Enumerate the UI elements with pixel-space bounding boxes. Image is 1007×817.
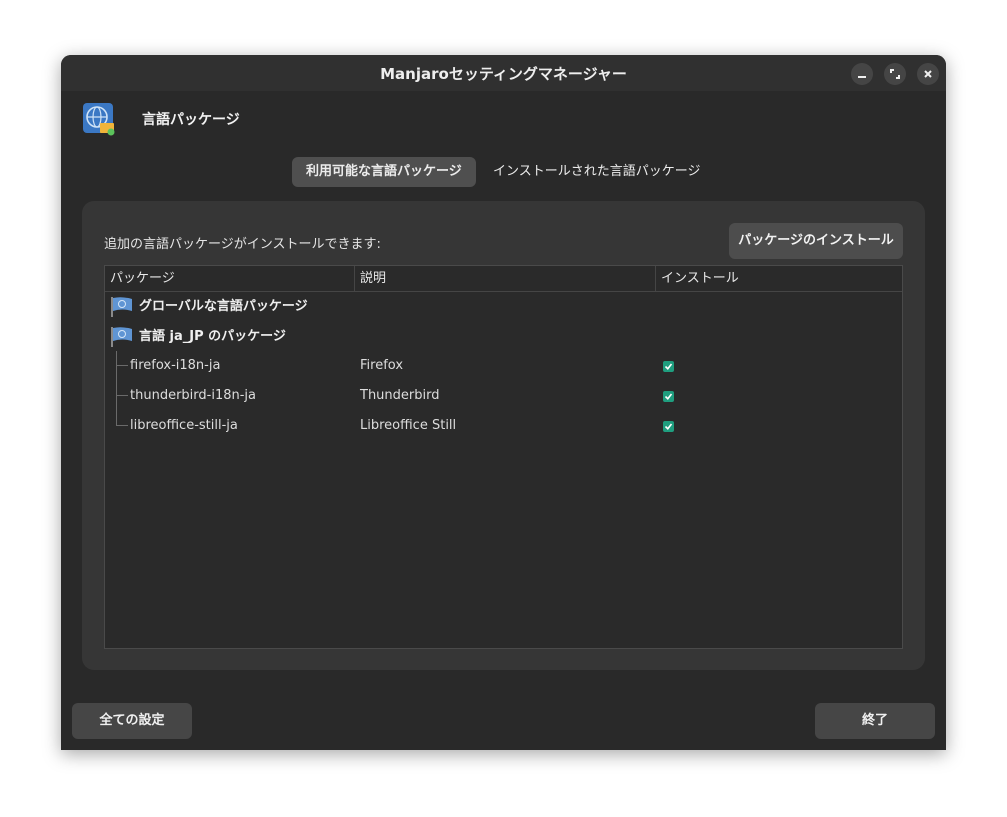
package-description: Firefox (360, 358, 404, 373)
tree-branch-line (116, 351, 117, 381)
package-name: libreoffice-still-ja (130, 418, 238, 433)
quit-button[interactable]: 終了 (815, 703, 935, 739)
table-row[interactable]: firefox-i18n-ja Firefox (105, 351, 902, 381)
tree-header: パッケージ 説明 インストール (105, 266, 902, 292)
maximize-icon (890, 69, 900, 79)
column-header-description[interactable]: 説明 (355, 266, 656, 291)
window-title: Manjaroセッティングマネージャー (380, 65, 627, 83)
install-packages-button[interactable]: パッケージのインストール (729, 223, 903, 259)
language-globe-icon (83, 103, 115, 136)
package-description: Thunderbird (360, 388, 440, 403)
tab-available-packages[interactable]: 利用可能な言語パッケージ (292, 157, 476, 187)
table-row[interactable]: libreoffice-still-ja Libreoffice Still (105, 411, 902, 441)
tree-branch-line (116, 395, 128, 396)
column-header-package[interactable]: パッケージ (105, 266, 355, 291)
group-label: グローバルな言語パッケージ (139, 299, 308, 314)
install-checkbox[interactable] (663, 361, 674, 372)
checkmark-icon (664, 363, 673, 371)
install-checkbox[interactable] (663, 391, 674, 402)
tab-installed-packages[interactable]: インストールされた言語パッケージ (479, 157, 714, 187)
tree-branch-line (116, 411, 117, 426)
package-tree[interactable]: パッケージ 説明 インストール グローバルな言語パッケージ 言語 ja_JP の… (104, 265, 903, 649)
close-button[interactable] (917, 63, 939, 85)
packages-panel: 追加の言語パッケージがインストールできます: パッケージのインストール パッケー… (82, 201, 925, 670)
checkmark-icon (664, 393, 673, 401)
minimize-icon (858, 76, 866, 78)
page-title: 言語パッケージ (142, 112, 240, 128)
tree-group-ja-jp[interactable]: 言語 ja_JP のパッケージ (105, 323, 902, 351)
package-name: firefox-i18n-ja (130, 358, 221, 373)
settings-manager-window: Manjaroセッティングマネージャー 言語パッケージ 利用可能な言語パッケージ… (61, 55, 946, 750)
checkmark-icon (664, 423, 673, 431)
minimize-button[interactable] (851, 63, 873, 85)
tree-branch-line (116, 425, 128, 426)
tree-branch-line (116, 381, 117, 411)
package-description: Libreoffice Still (360, 418, 457, 433)
tree-branch-line (116, 365, 128, 366)
table-row[interactable]: thunderbird-i18n-ja Thunderbird (105, 381, 902, 411)
title-bar[interactable]: Manjaroセッティングマネージャー (61, 55, 946, 91)
flag-icon (111, 297, 132, 317)
group-label: 言語 ja_JP のパッケージ (139, 329, 286, 344)
panel-description: 追加の言語パッケージがインストールできます: (104, 237, 381, 252)
package-name: thunderbird-i18n-ja (130, 388, 256, 403)
tree-group-global[interactable]: グローバルな言語パッケージ (105, 293, 902, 321)
close-icon (924, 70, 932, 78)
flag-icon (111, 327, 132, 347)
all-settings-button[interactable]: 全ての設定 (72, 703, 192, 739)
column-header-install[interactable]: インストール (656, 266, 902, 291)
maximize-button[interactable] (884, 63, 906, 85)
install-checkbox[interactable] (663, 421, 674, 432)
